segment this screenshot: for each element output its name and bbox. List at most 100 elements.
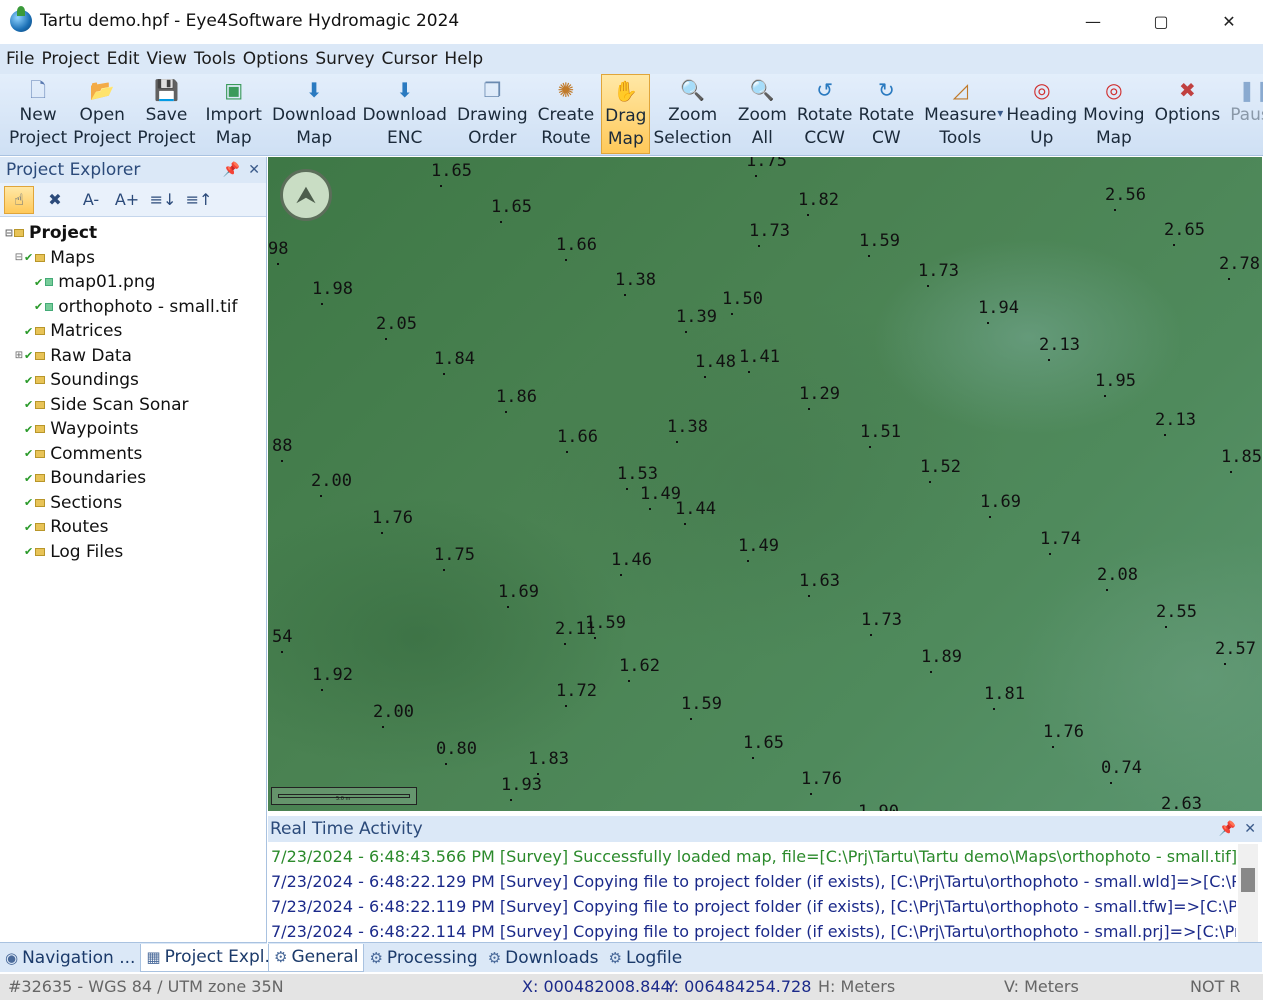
checkmark-icon[interactable]: ✔: [24, 496, 33, 509]
menu-edit[interactable]: Edit: [107, 49, 140, 69]
import-map-button[interactable]: ▣ Import Map: [203, 74, 265, 154]
drawing-order-button[interactable]: ❐ Drawing Order: [454, 74, 531, 154]
create-route-button[interactable]: ✺ Create Route: [535, 74, 598, 154]
expand-toggle-icon[interactable]: ⊟: [14, 252, 24, 263]
project-tree: ⊟ Project ⊟ ✔ Maps ✔ map01.png ✔ orthophoto - sm…: [0, 217, 266, 564]
tab-navigation[interactable]: ◉ Navigation ...: [0, 944, 140, 972]
checkmark-icon[interactable]: ✔: [24, 545, 33, 558]
download-map-label-line1: Download: [271, 105, 357, 125]
close-icon[interactable]: ✕: [1244, 821, 1256, 837]
menu-tools[interactable]: Tools: [194, 49, 236, 69]
heading-up-button[interactable]: ◎ Heading Up: [1003, 74, 1080, 154]
checkmark-icon[interactable]: ✔: [34, 300, 43, 313]
map-view[interactable]: ⮝ 5.0 m 1.65 1.65 1.66 1.38 1.39 1.48 1.41 1.50…: [268, 157, 1262, 811]
left-panel-tabs: ◉ Navigation ... ▦ Project Expl...: [0, 942, 287, 972]
sounding-point: [930, 671, 932, 673]
heading-up-label-line1: Heading: [1006, 105, 1078, 125]
select-tool-icon[interactable]: ☝: [4, 185, 34, 214]
project-explorer-header: Project Explorer 📌 ✕: [0, 157, 266, 183]
minimize-button[interactable]: —: [1059, 0, 1127, 42]
log-line: 7/23/2024 - 6:48:22.119 PM [Survey] Copy…: [271, 897, 1236, 916]
tree-item-matrices[interactable]: ✔ Matrices: [0, 319, 266, 344]
tab-general[interactable]: ⚙ General: [268, 943, 365, 972]
new-project-button[interactable]: 🗋 New Project: [6, 74, 70, 154]
tab-project-expl[interactable]: ▦ Project Expl...: [140, 943, 287, 972]
pin-icon[interactable]: 📌: [223, 162, 240, 178]
north-arrow-icon[interactable]: ⮝: [280, 169, 332, 221]
close-button[interactable]: ✕: [1195, 0, 1263, 42]
checkmark-icon[interactable]: ✔: [24, 423, 33, 436]
drag-map-button[interactable]: ✋ Drag Map: [601, 74, 651, 154]
chevron-down-icon[interactable]: ▾: [997, 106, 1003, 120]
menu-help[interactable]: Help: [444, 49, 483, 69]
sort-asc-icon[interactable]: ≡↓: [148, 186, 178, 214]
sounding-label: 1.86: [496, 387, 537, 407]
settings-tool-icon[interactable]: ✖: [40, 186, 70, 214]
tree-item-maps[interactable]: ⊟ ✔ Maps: [0, 246, 266, 271]
new-document-icon: 🗋: [30, 78, 47, 102]
tab-downloads[interactable]: ⚙ Downloads: [483, 944, 604, 972]
tree-item-routes[interactable]: ✔ Routes: [0, 515, 266, 540]
tree-item-soundings[interactable]: ✔ Soundings: [0, 368, 266, 393]
checkmark-icon[interactable]: ✔: [24, 398, 33, 411]
open-project-button[interactable]: 📂 Open Project: [70, 74, 134, 154]
project-tree-icon: ▦: [146, 948, 161, 966]
sort-desc-icon[interactable]: ≡↑: [184, 186, 214, 214]
font-smaller-icon[interactable]: A-: [76, 186, 106, 214]
tab-logfile[interactable]: ⚙ Logfile: [604, 944, 688, 972]
checkmark-icon[interactable]: ✔: [24, 472, 33, 485]
measure-tools-button[interactable]: ◿ Measure Tools ▾: [921, 74, 1003, 154]
sounding-point: [565, 705, 567, 707]
options-button[interactable]: ✖ Options: [1152, 74, 1224, 154]
tree-item-raw-data[interactable]: ⊞ ✔ Raw Data: [0, 344, 266, 369]
maximize-button[interactable]: ▢: [1127, 0, 1195, 42]
sounding-point: [510, 799, 512, 801]
tree-item-side-scan-sonar[interactable]: ✔ Side Scan Sonar: [0, 393, 266, 418]
pause-label-line1: Pause: [1230, 105, 1263, 125]
menu-project[interactable]: Project: [41, 49, 99, 69]
rotate-ccw-button[interactable]: ↺ Rotate CCW: [794, 74, 856, 154]
tree-item-map01-png[interactable]: ✔ map01.png: [0, 270, 266, 295]
zoom-selection-button[interactable]: 🔍 Zoom Selection: [650, 74, 734, 154]
zoom-all-button[interactable]: 🔍 Zoom All: [735, 74, 790, 154]
menu-survey[interactable]: Survey: [315, 49, 374, 69]
tree-item-comments[interactable]: ✔ Comments: [0, 442, 266, 467]
save-project-button[interactable]: 💾 Save Project: [134, 74, 198, 154]
expand-toggle-icon[interactable]: ⊞: [14, 350, 24, 361]
download-enc-button[interactable]: ⬇ Download ENC: [359, 74, 450, 154]
activity-scrollbar[interactable]: [1238, 844, 1258, 942]
font-larger-icon[interactable]: A+: [112, 186, 142, 214]
tab-processing[interactable]: ⚙ Processing: [364, 944, 482, 972]
checkmark-icon[interactable]: ✔: [24, 447, 33, 460]
checkmark-icon[interactable]: ✔: [24, 374, 33, 387]
project-explorer-panel: Project Explorer 📌 ✕ ☝ ✖ A- A+ ≡↓ ≡↑ ⊟ Project…: [0, 157, 267, 942]
tree-item-label: Log Files: [50, 541, 124, 562]
menu-file[interactable]: File: [6, 49, 34, 69]
moving-map-button[interactable]: ◎ Moving Map: [1080, 74, 1147, 154]
tree-item-project[interactable]: ⊟ Project: [0, 221, 266, 246]
menu-view[interactable]: View: [147, 49, 187, 69]
checkmark-icon[interactable]: ✔: [24, 325, 33, 338]
tree-item-boundaries[interactable]: ✔ Boundaries: [0, 466, 266, 491]
sounding-point: [1048, 359, 1050, 361]
rotate-cw-button[interactable]: ↻ Rotate CW: [856, 74, 918, 154]
checkmark-icon[interactable]: ✔: [34, 276, 43, 289]
checkmark-icon[interactable]: ✔: [24, 349, 33, 362]
tree-item-log-files[interactable]: ✔ Log Files: [0, 540, 266, 565]
checkmark-icon[interactable]: ✔: [24, 251, 33, 264]
tree-item-waypoints[interactable]: ✔ Waypoints: [0, 417, 266, 442]
download-map-button[interactable]: ⬇ Download Map: [269, 74, 360, 154]
pin-icon[interactable]: 📌: [1219, 821, 1236, 837]
pause-button[interactable]: ❚❚ Pause: [1227, 74, 1263, 154]
expand-toggle-icon[interactable]: ⊟: [4, 228, 14, 239]
scrollbar-thumb[interactable]: [1241, 868, 1255, 892]
sounding-label: 1.65: [431, 161, 472, 181]
route-icon: ✺: [557, 78, 575, 102]
tree-item-sections[interactable]: ✔ Sections: [0, 491, 266, 516]
menu-cursor[interactable]: Cursor: [382, 49, 438, 69]
save-project-label-line1: Save: [145, 105, 188, 125]
checkmark-icon[interactable]: ✔: [24, 521, 33, 534]
tree-item-orthophoto-small-tif[interactable]: ✔ orthophoto - small.tif: [0, 295, 266, 320]
menu-options[interactable]: Options: [243, 49, 309, 69]
close-icon[interactable]: ✕: [248, 162, 260, 178]
